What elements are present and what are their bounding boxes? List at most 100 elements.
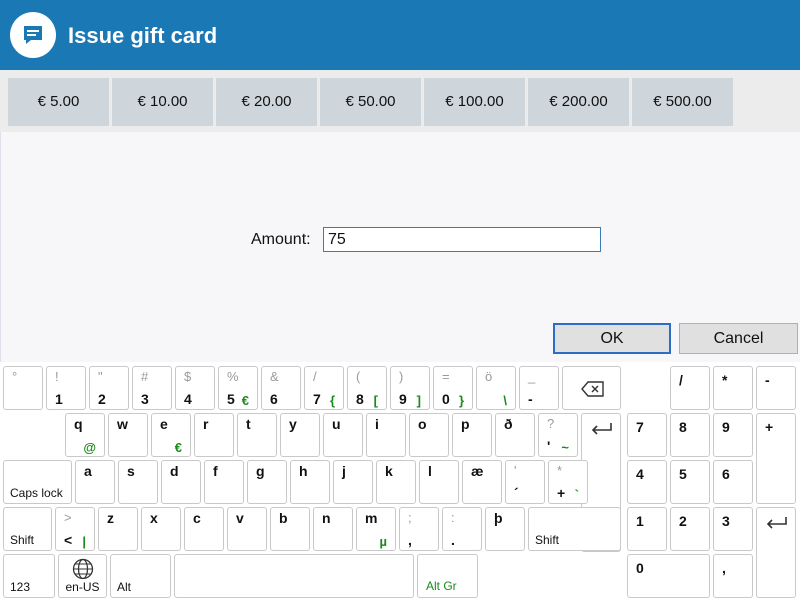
keyboard-key[interactable]: :. — [442, 507, 482, 551]
key-char: a — [84, 463, 92, 479]
keyboard-key[interactable]: q @ — [65, 413, 105, 457]
keyboard-key[interactable]: ;, — [399, 507, 439, 551]
key-altgr-char: | — [82, 534, 86, 549]
cancel-button[interactable]: Cancel — [679, 323, 798, 354]
key-shift-char: $ — [184, 369, 192, 384]
keyboard-key[interactable]: ð — [495, 413, 535, 457]
numpad-key[interactable]: 8 — [670, 413, 710, 457]
keyboard-key[interactable]: = 0} — [433, 366, 473, 410]
numpad-key[interactable]: 6 — [713, 460, 753, 504]
numpad-key[interactable]: 1 — [627, 507, 667, 551]
numpad-plus-key[interactable]: + — [756, 413, 796, 504]
left-shift-key[interactable]: Shift — [3, 507, 52, 551]
denomination-button[interactable]: € 200.00 — [528, 78, 629, 126]
keyboard-key[interactable]: b — [270, 507, 310, 551]
keyboard-key[interactable]: ° — [3, 366, 43, 410]
numbers-key[interactable]: 123 — [3, 554, 55, 598]
keyboard-key[interactable]: a — [75, 460, 115, 504]
keyboard-key[interactable]: z — [98, 507, 138, 551]
keyboard-key[interactable]: mµ — [356, 507, 396, 551]
key-altgr-char: ` — [574, 487, 579, 502]
keyboard-key[interactable]: x — [141, 507, 181, 551]
keyboard-key[interactable]: v — [227, 507, 267, 551]
key-char: ' — [547, 438, 551, 454]
alt-key[interactable]: Alt — [110, 554, 171, 598]
key-altgr-char: { — [329, 393, 335, 408]
numpad-char: 8 — [679, 419, 687, 435]
ok-button[interactable]: OK — [553, 323, 671, 354]
denomination-button[interactable]: € 10.00 — [112, 78, 213, 126]
keyboard-key[interactable]: y — [280, 413, 320, 457]
keyboard-key[interactable]: ' ´ — [505, 460, 545, 504]
key-char: ð — [504, 416, 513, 432]
keyboard-key[interactable]: ! 1 — [46, 366, 86, 410]
keyboard-key[interactable]: l — [419, 460, 459, 504]
numpad-key[interactable]: / — [670, 366, 710, 410]
keyboard-key[interactable]: _ - — [519, 366, 559, 410]
keyboard-key[interactable]: c — [184, 507, 224, 551]
numpad-zero-key[interactable]: 0 — [627, 554, 710, 598]
keyboard-key[interactable]: p — [452, 413, 492, 457]
denomination-button[interactable]: € 50.00 — [320, 78, 421, 126]
numpad-comma-key[interactable]: , — [713, 554, 753, 598]
amount-input[interactable] — [323, 227, 601, 252]
denomination-button[interactable]: € 20.00 — [216, 78, 317, 126]
keyboard-key[interactable]: / 7 { — [304, 366, 344, 410]
keyboard-key[interactable]: s — [118, 460, 158, 504]
keyboard-key[interactable]: #3 — [132, 366, 172, 410]
keyboard-key[interactable]: h — [290, 460, 330, 504]
key-char: 5 — [227, 391, 235, 407]
keyboard-key[interactable]: * + ` — [548, 460, 588, 504]
keyboard-key[interactable]: o — [409, 413, 449, 457]
keyboard-key[interactable]: > < | — [55, 507, 95, 551]
keyboard-key[interactable]: t — [237, 413, 277, 457]
key-char: y — [289, 416, 297, 432]
keyboard-key[interactable]: f — [204, 460, 244, 504]
alt-gr-key[interactable]: Alt Gr — [417, 554, 478, 598]
numpad-key[interactable]: 7 — [627, 413, 667, 457]
numpad-char: 1 — [636, 513, 644, 529]
keyboard-key[interactable]: r — [194, 413, 234, 457]
space-key[interactable] — [174, 554, 414, 598]
keyboard-key[interactable]: (8 [ — [347, 366, 387, 410]
right-shift-key[interactable]: Shift — [528, 507, 621, 551]
keyboard-key[interactable]: " 2 — [89, 366, 129, 410]
keyboard-key[interactable]: æ — [462, 460, 502, 504]
chat-bubble-icon — [10, 12, 56, 58]
numpad-key[interactable]: 2 — [670, 507, 710, 551]
language-key[interactable]: en-US — [58, 554, 107, 598]
key-char: z — [107, 510, 114, 526]
numpad-enter-key[interactable] — [756, 507, 796, 598]
numpad-key[interactable]: 4 — [627, 460, 667, 504]
keyboard-key[interactable]: ? ' ~ — [538, 413, 578, 457]
numpad-key[interactable]: * — [713, 366, 753, 410]
keyboard-key[interactable]: $4 — [175, 366, 215, 410]
keyboard-key[interactable]: þ — [485, 507, 525, 551]
keyboard-key[interactable]: e € — [151, 413, 191, 457]
keyboard-key[interactable]: & 6 — [261, 366, 301, 410]
keyboard-key[interactable]: d — [161, 460, 201, 504]
denomination-button[interactable]: € 5.00 — [8, 78, 109, 126]
form-panel: Amount: OK Cancel — [0, 132, 800, 362]
keyboard-key[interactable]: i — [366, 413, 406, 457]
keyboard-key[interactable]: w — [108, 413, 148, 457]
key-char: 9 — [399, 391, 407, 407]
numpad-key[interactable]: 9 — [713, 413, 753, 457]
keyboard-key[interactable]: u — [323, 413, 363, 457]
keyboard-key[interactable]: n — [313, 507, 353, 551]
key-char: i — [375, 416, 379, 432]
keyboard-key[interactable]: ) 9] — [390, 366, 430, 410]
keyboard-key[interactable]: ö \ — [476, 366, 516, 410]
numpad-key[interactable]: 3 — [713, 507, 753, 551]
denomination-button[interactable]: € 500.00 — [632, 78, 733, 126]
keyboard-key[interactable]: % 5 € — [218, 366, 258, 410]
numpad-key[interactable]: - — [756, 366, 796, 410]
keyboard-key[interactable]: k — [376, 460, 416, 504]
numpad-key[interactable]: 5 — [670, 460, 710, 504]
backspace-key[interactable] — [562, 366, 621, 410]
keyboard-key[interactable]: g — [247, 460, 287, 504]
key-shift-char: & — [270, 369, 279, 384]
caps-lock-key[interactable]: Caps lock — [3, 460, 72, 504]
denomination-button[interactable]: € 100.00 — [424, 78, 525, 126]
keyboard-key[interactable]: j — [333, 460, 373, 504]
